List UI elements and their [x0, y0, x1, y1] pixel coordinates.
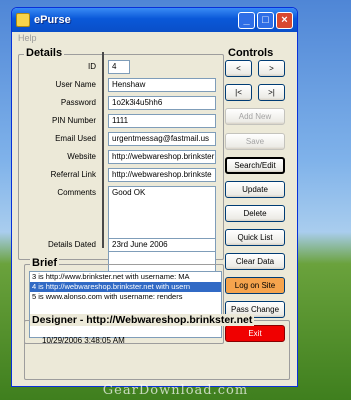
- referral-label: Referral Link: [50, 170, 96, 179]
- username-label: User Name: [55, 80, 96, 89]
- clear-data-button[interactable]: Clear Data: [225, 253, 285, 270]
- last-record-button[interactable]: >|: [258, 84, 285, 101]
- minimize-icon[interactable]: _: [238, 11, 255, 29]
- website-field[interactable]: http://webwareshop.brinkster: [108, 150, 216, 164]
- list-item[interactable]: 3 is http://www.brinkster.net with usern…: [30, 272, 221, 282]
- delete-button[interactable]: Delete: [225, 205, 285, 222]
- maximize-icon[interactable]: □: [257, 11, 274, 29]
- pin-field[interactable]: 1111: [108, 114, 216, 128]
- username-field[interactable]: Henshaw: [108, 78, 216, 92]
- add-new-button[interactable]: Add New: [225, 108, 285, 125]
- menu-bar: Help: [12, 32, 297, 46]
- menu-help[interactable]: Help: [18, 33, 37, 43]
- designer-frame: [24, 320, 290, 380]
- details-heading: Details: [24, 47, 65, 59]
- id-field[interactable]: 4: [108, 60, 130, 74]
- comments-label: Comments: [57, 188, 96, 197]
- dated-label: Details Dated: [47, 240, 96, 249]
- log-on-site-button[interactable]: Log on Site: [225, 277, 285, 294]
- watermark: GearDownload.com: [102, 383, 249, 398]
- list-item-selected[interactable]: 4 is http://webwareshop.brinkster.net wi…: [30, 282, 221, 292]
- website-label: Website: [67, 152, 96, 161]
- first-record-button[interactable]: |<: [225, 84, 252, 101]
- prev-record-button[interactable]: <: [225, 60, 252, 77]
- next-record-button[interactable]: >: [258, 60, 285, 77]
- email-field[interactable]: urgentmessag@fastmail.us: [108, 132, 216, 146]
- dated-field[interactable]: 23rd June 2006: [108, 238, 216, 252]
- email-label: Email Used: [55, 134, 96, 143]
- close-icon[interactable]: ×: [276, 11, 293, 29]
- title-bar[interactable]: ePurse _ □ ×: [12, 8, 297, 32]
- details-divider: [102, 52, 104, 248]
- window-title: ePurse: [34, 14, 71, 26]
- id-label: ID: [88, 62, 96, 71]
- save-button[interactable]: Save: [225, 133, 285, 150]
- timestamp: 10/29/2006 3:48:05 AM: [42, 336, 125, 345]
- brief-heading: Brief: [30, 257, 60, 269]
- controls-heading: Controls: [226, 47, 276, 59]
- pin-label: PIN Number: [51, 116, 96, 125]
- password-field[interactable]: 1o2k3i4u5hh6: [108, 96, 216, 110]
- referral-field[interactable]: http://webwareshop.brinkste: [108, 168, 216, 182]
- app-icon: [16, 13, 30, 27]
- epurse-window: ePurse _ □ × Help Details ID 4 User Name…: [11, 7, 298, 387]
- quick-list-button[interactable]: Quick List: [225, 229, 285, 246]
- search-edit-button[interactable]: Search/Edit: [225, 157, 285, 174]
- comments-field[interactable]: Good OK: [108, 186, 216, 272]
- designer-heading: Designer - http://Webwareshop.brinkster.…: [30, 314, 255, 326]
- update-button[interactable]: Update: [225, 181, 285, 198]
- password-label: Password: [60, 98, 96, 107]
- list-item[interactable]: 5 is www.alonso.com with username: rende…: [30, 292, 221, 302]
